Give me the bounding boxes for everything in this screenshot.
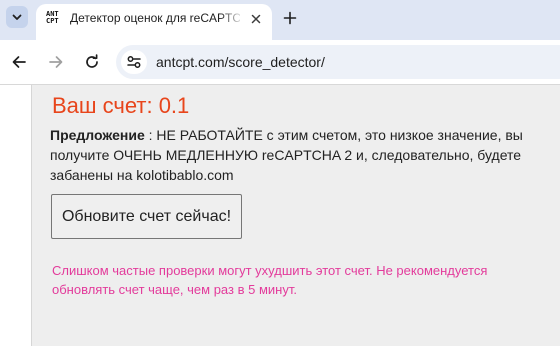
site-info-button[interactable] <box>121 50 147 74</box>
arrow-right-icon <box>49 56 63 68</box>
suggestion-text: Предложение : НЕ РАБОТАЙТЕ с этим счетом… <box>50 125 550 185</box>
forward-button[interactable] <box>46 52 66 72</box>
tab-close-button[interactable] <box>248 11 264 27</box>
page-left-margin <box>0 85 32 346</box>
tab-title: Детектор оценок для reCAPTCHA <box>70 11 240 25</box>
refresh-score-button[interactable]: Обновите счет сейчас! <box>51 194 242 239</box>
address-bar[interactable]: antcpt.com/score_detector/ <box>116 45 560 79</box>
active-tab[interactable]: ANT CPT Детектор оценок для reCAPTCHA <box>36 4 272 40</box>
chevron-down-icon <box>12 14 22 20</box>
back-button[interactable] <box>9 52 29 72</box>
tune-icon <box>127 56 141 68</box>
arrow-left-icon <box>12 56 26 68</box>
page-content: Ваш счет: 0.1 Предложение : НЕ РАБОТАЙТЕ… <box>32 85 560 346</box>
reload-button[interactable] <box>82 52 102 72</box>
site-favicon: ANT CPT <box>46 10 59 25</box>
browser-toolbar: antcpt.com/score_detector/ <box>0 40 560 85</box>
new-tab-button[interactable] <box>280 8 300 28</box>
score-heading: Ваш счет: 0.1 <box>52 93 190 118</box>
tab-title-fade <box>220 8 244 28</box>
close-icon <box>251 14 261 24</box>
rate-limit-warning: Слишком частые проверки могут ухудшить э… <box>52 263 488 297</box>
plus-icon <box>283 11 297 25</box>
tab-search-button[interactable] <box>6 6 28 28</box>
suggestion-label: Предложение <box>50 127 145 143</box>
tab-strip: ANT CPT Детектор оценок для reCAPTCHA <box>0 0 560 40</box>
reload-icon <box>86 54 98 68</box>
url-text[interactable]: antcpt.com/score_detector/ <box>156 54 325 70</box>
